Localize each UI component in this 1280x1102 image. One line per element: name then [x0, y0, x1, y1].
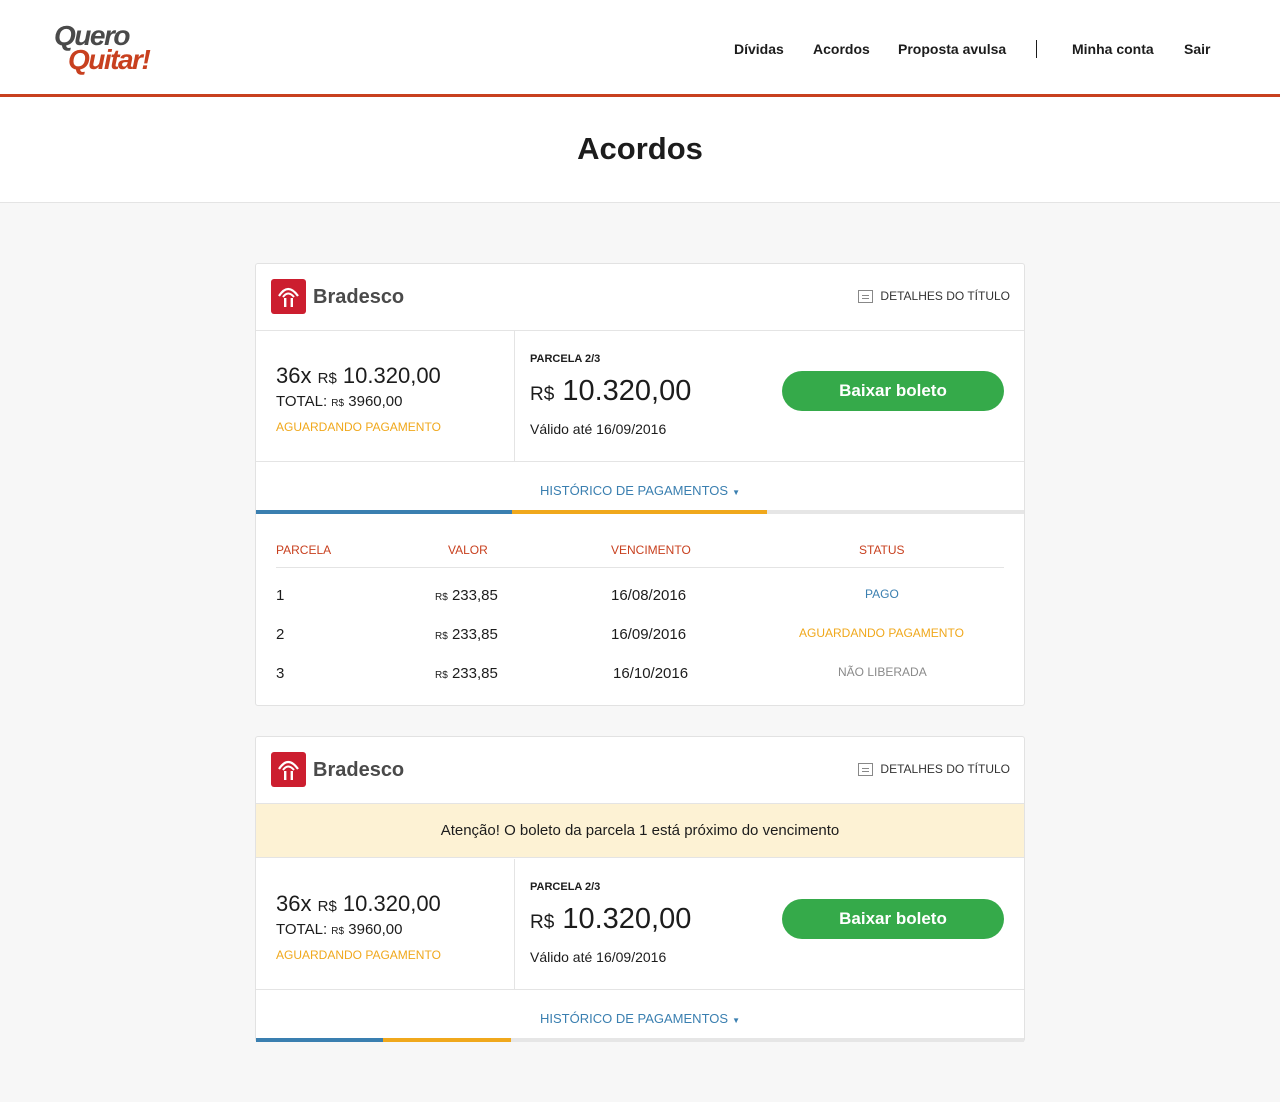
currency-symbol: R$ — [530, 384, 555, 405]
details-label: DETALHES DO TÍTULO — [880, 289, 1010, 303]
progress-segment-paid — [256, 510, 512, 514]
installment-amount: 36x R$ 10.320,00 — [276, 891, 441, 917]
total-value: 3960,00 — [348, 393, 403, 410]
nav-acordos[interactable]: Acordos — [813, 41, 870, 57]
details-link[interactable]: DETALHES DO TÍTULO — [858, 762, 1010, 776]
progress-segment-waiting — [383, 1038, 511, 1042]
bradesco-logo-icon — [271, 752, 306, 787]
valor-text: 233,85 — [451, 665, 498, 682]
agreement-summary: 36x R$ 10.320,00 TOTAL: R$ 3960,00 AGUAR… — [256, 859, 515, 989]
document-icon — [858, 762, 874, 776]
bank-name: Bradesco — [313, 286, 405, 308]
table-cell-status: AGUARDANDO PAGAMENTO — [799, 626, 964, 640]
agreement-summary: 36x R$ 10.320,00 TOTAL: R$ 3960,00 AGUAR… — [256, 331, 515, 461]
table-cell-parcela: 2 — [276, 626, 285, 643]
nav-minha-conta[interactable]: Minha conta — [1072, 41, 1154, 57]
total-label: TOTAL: — [276, 921, 328, 938]
download-boleto-button[interactable]: Baixar boleto — [782, 899, 1004, 939]
currency-symbol: R$ — [317, 898, 337, 915]
parcela-amount: R$ 10.320,00 — [530, 375, 691, 408]
page-title: Acordos — [577, 131, 703, 166]
column-header-parcela: PARCELA — [276, 543, 332, 557]
progress-segment-waiting — [512, 510, 767, 514]
due-date-alert: Atenção! O boleto da parcela 1 está próx… — [256, 804, 1024, 858]
currency-symbol: R$ — [435, 670, 448, 681]
parcela-value: 10.320,00 — [562, 903, 692, 935]
document-icon — [858, 289, 874, 303]
quero-quitar-logo[interactable]: Quero Quitar! — [54, 20, 184, 80]
nav-sair[interactable]: Sair — [1184, 41, 1210, 57]
payment-progress-bar — [256, 510, 1024, 514]
nav-proposta-avulsa[interactable]: Proposta avulsa — [898, 41, 1006, 57]
card-header: Bradesco DETALHES DO TÍTULO — [256, 264, 1024, 331]
table-cell-parcela: 1 — [276, 587, 285, 604]
nav-dividas[interactable]: Dívidas — [734, 41, 784, 57]
history-label[interactable]: HISTÓRICO DE PAGAMENTOS ▼ — [256, 483, 1024, 498]
parcela-value: 10.320,00 — [562, 375, 692, 407]
table-cell-valor: R$ 233,85 — [435, 626, 498, 643]
payment-history-toggle[interactable]: HISTÓRICO DE PAGAMENTOS ▼ — [256, 462, 1024, 514]
download-boleto-button[interactable]: Baixar boleto — [782, 371, 1004, 411]
progress-segment-paid — [256, 1038, 383, 1042]
parcela-label: PARCELA 2/3 — [530, 353, 601, 365]
payment-progress-bar — [256, 1038, 1024, 1042]
currency-symbol: R$ — [331, 398, 345, 409]
parcela-amount: R$ 10.320,00 — [530, 903, 691, 936]
caret-down-icon: ▼ — [732, 488, 740, 497]
installments-count: 36x — [276, 891, 312, 916]
card-summary: 36x R$ 10.320,00 TOTAL: R$ 3960,00 AGUAR… — [256, 859, 1024, 990]
table-cell-parcela: 3 — [276, 665, 285, 682]
status-badge: AGUARDANDO PAGAMENTO — [276, 420, 441, 434]
history-label-text: HISTÓRICO DE PAGAMENTOS — [540, 1011, 729, 1026]
table-cell-vencimento: 16/09/2016 — [611, 626, 687, 643]
installment-value: 10.320,00 — [342, 891, 441, 916]
details-link[interactable]: DETALHES DO TÍTULO — [858, 289, 1010, 303]
total-amount: TOTAL: R$ 3960,00 — [276, 393, 403, 410]
top-navigation-bar: Quero Quitar! Dívidas Acordos Proposta a… — [0, 0, 1280, 97]
installment-amount: 36x R$ 10.320,00 — [276, 363, 441, 389]
valid-until: Válido até 16/09/2016 — [530, 421, 667, 437]
card-summary: 36x R$ 10.320,00 TOTAL: R$ 3960,00 AGUAR… — [256, 331, 1024, 462]
column-header-valor: VALOR — [448, 543, 488, 557]
card-header: Bradesco DETALHES DO TÍTULO — [256, 737, 1024, 804]
agreement-card: Bradesco DETALHES DO TÍTULO Atenção! O b… — [255, 736, 1025, 1042]
currency-symbol: R$ — [435, 631, 448, 642]
total-amount: TOTAL: R$ 3960,00 — [276, 921, 403, 938]
payment-history-toggle[interactable]: HISTÓRICO DE PAGAMENTOS ▼ — [256, 990, 1024, 1042]
caret-down-icon: ▼ — [732, 1016, 740, 1025]
table-cell-status: NÃO LIBERADA — [838, 665, 927, 679]
logo-line-2: Quitar! — [68, 44, 151, 75]
valor-text: 233,85 — [451, 626, 498, 643]
table-cell-vencimento: 16/10/2016 — [613, 665, 689, 682]
total-label: TOTAL: — [276, 393, 328, 410]
status-badge: AGUARDANDO PAGAMENTO — [276, 948, 441, 962]
table-cell-vencimento: 16/08/2016 — [611, 587, 687, 604]
currency-symbol: R$ — [435, 592, 448, 603]
valor-text: 233,85 — [451, 587, 498, 604]
table-cell-valor: R$ 233,85 — [435, 587, 498, 604]
parcela-label: PARCELA 2/3 — [530, 881, 601, 893]
currency-symbol: R$ — [317, 370, 337, 387]
table-divider — [276, 567, 1004, 568]
column-header-vencimento: VENCIMENTO — [611, 543, 691, 557]
column-header-status: STATUS — [859, 543, 905, 557]
details-label: DETALHES DO TÍTULO — [880, 762, 1010, 776]
total-value: 3960,00 — [348, 921, 403, 938]
history-label[interactable]: HISTÓRICO DE PAGAMENTOS ▼ — [256, 1011, 1024, 1026]
history-label-text: HISTÓRICO DE PAGAMENTOS — [540, 483, 729, 498]
page-title-band: Acordos — [0, 97, 1280, 203]
currency-symbol: R$ — [530, 912, 555, 933]
valid-until: Válido até 16/09/2016 — [530, 949, 667, 965]
bank-name: Bradesco — [313, 759, 405, 781]
table-cell-status: PAGO — [865, 587, 899, 601]
installments-count: 36x — [276, 363, 312, 388]
table-cell-valor: R$ 233,85 — [435, 665, 498, 682]
bradesco-logo-icon — [271, 279, 306, 314]
installment-value: 10.320,00 — [342, 363, 441, 388]
currency-symbol: R$ — [331, 926, 345, 937]
agreement-card: Bradesco DETALHES DO TÍTULO 36x R$ 10.32… — [255, 263, 1025, 706]
nav-divider — [1036, 40, 1037, 58]
